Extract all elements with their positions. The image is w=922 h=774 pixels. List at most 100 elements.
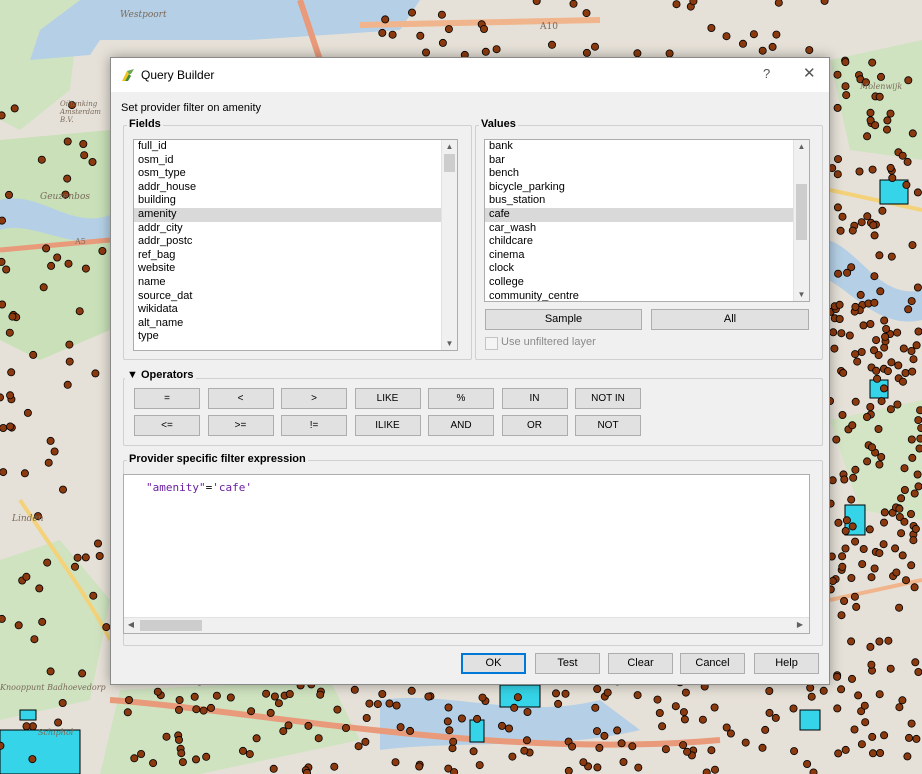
operator-button[interactable]: AND <box>428 415 494 436</box>
list-item[interactable]: bench <box>485 167 809 181</box>
poi-marker <box>391 758 400 767</box>
ok-button[interactable]: OK <box>461 653 526 674</box>
cancel-button[interactable]: Cancel <box>680 653 745 674</box>
operator-button[interactable]: = <box>134 388 200 409</box>
poi-marker <box>153 687 162 696</box>
poi-marker <box>907 346 916 355</box>
list-item[interactable]: osm_type <box>134 167 457 181</box>
list-item[interactable]: cafe <box>485 207 809 222</box>
list-item[interactable]: bank <box>485 140 809 154</box>
poi-marker <box>869 749 878 758</box>
operator-button[interactable]: NOT IN <box>575 388 641 409</box>
scroll-down-icon[interactable]: ▼ <box>794 290 809 299</box>
values-scrollbar[interactable]: ▲ ▼ <box>793 140 809 301</box>
poi-marker <box>895 603 904 612</box>
poi-marker <box>872 366 881 375</box>
list-item[interactable]: full_id <box>134 140 457 154</box>
poi-marker <box>848 421 857 430</box>
operators-toggle[interactable]: ▼ Operators <box>125 369 196 381</box>
operator-button[interactable]: < <box>207 388 274 409</box>
operator-button[interactable]: >= <box>207 415 274 436</box>
operator-button[interactable]: LIKE <box>354 388 421 409</box>
poi-marker <box>857 347 866 356</box>
fields-scrollbar[interactable]: ▲ ▼ <box>441 140 457 350</box>
list-item[interactable]: building <box>134 194 457 208</box>
list-item[interactable]: amenity <box>134 207 457 222</box>
poi-marker <box>866 642 875 651</box>
list-item[interactable]: ref_bag <box>134 249 457 263</box>
poi-marker <box>44 458 53 467</box>
poi-marker <box>28 755 37 764</box>
poi-marker <box>880 731 889 740</box>
clear-button[interactable]: Clear <box>608 653 673 674</box>
operator-button[interactable]: OR <box>501 415 568 436</box>
poi-marker <box>904 76 913 85</box>
list-item[interactable]: community_centre <box>485 290 809 301</box>
scroll-right-icon[interactable]: ▶ <box>794 620 806 629</box>
all-button[interactable]: All <box>651 309 809 330</box>
poi-marker <box>30 635 39 644</box>
poi-marker <box>903 752 912 761</box>
list-item[interactable]: bicycle_parking <box>485 181 809 195</box>
list-item[interactable]: addr_postc <box>134 235 457 249</box>
list-item[interactable]: wikidata <box>134 303 457 317</box>
dialog-titlebar[interactable]: Query Builder ? ✕ <box>111 58 829 92</box>
operator-button[interactable]: ILIKE <box>354 415 421 436</box>
list-item[interactable]: alt_name <box>134 317 457 331</box>
scroll-thumb[interactable] <box>444 154 455 172</box>
scroll-down-icon[interactable]: ▼ <box>442 339 457 348</box>
poi-marker <box>877 452 886 461</box>
values-list[interactable]: bank bar bench bicycle_parking bus_station ca… <box>484 139 810 302</box>
poi-marker <box>683 747 692 756</box>
poi-marker <box>880 316 889 325</box>
scroll-thumb[interactable] <box>796 184 807 240</box>
list-item[interactable]: childcare <box>485 235 809 249</box>
list-item[interactable]: bar <box>485 154 809 168</box>
list-item[interactable]: name <box>134 276 457 290</box>
scroll-up-icon[interactable]: ▲ <box>442 142 457 151</box>
list-item[interactable]: clock <box>485 262 809 276</box>
poi-marker <box>523 736 532 745</box>
close-icon[interactable]: ✕ <box>803 64 816 82</box>
help-icon[interactable]: ? <box>763 66 770 81</box>
operator-button[interactable]: % <box>428 388 494 409</box>
list-item[interactable]: bus_station <box>485 194 809 208</box>
scroll-up-icon[interactable]: ▲ <box>794 142 809 151</box>
poi-marker <box>89 591 98 600</box>
operator-button[interactable]: != <box>281 415 347 436</box>
poi-marker <box>741 738 750 747</box>
help-button[interactable]: Help <box>754 653 819 674</box>
poi-marker <box>907 719 916 728</box>
list-item[interactable]: college <box>485 276 809 290</box>
poi-marker <box>593 763 602 772</box>
list-item[interactable]: osm_id <box>134 154 457 168</box>
hscroll-thumb[interactable] <box>140 620 202 631</box>
poi-marker <box>879 540 888 549</box>
list-item[interactable]: type <box>134 330 457 344</box>
list-item[interactable]: addr_house <box>134 181 457 195</box>
expression-editor[interactable]: "amenity"='cafe' ◀ ▶ <box>123 474 810 634</box>
poi-marker <box>880 384 889 393</box>
list-item[interactable]: website <box>134 262 457 276</box>
test-button[interactable]: Test <box>535 653 600 674</box>
scroll-left-icon[interactable]: ◀ <box>126 620 136 629</box>
expression-hscrollbar[interactable]: ◀ ▶ <box>124 617 809 633</box>
list-item[interactable]: addr_city <box>134 222 457 236</box>
collapse-triangle-icon[interactable]: ▼ <box>127 369 138 381</box>
list-item[interactable]: car_wash <box>485 222 809 236</box>
sample-button[interactable]: Sample <box>485 309 642 330</box>
poi-marker <box>841 527 850 536</box>
operator-button[interactable]: NOT <box>575 415 641 436</box>
poi-marker <box>835 300 844 309</box>
operator-button[interactable]: > <box>281 388 347 409</box>
poi-marker <box>875 92 884 101</box>
operator-button[interactable]: IN <box>501 388 568 409</box>
fields-list[interactable]: full_id osm_id osm_type addr_house building a… <box>133 139 458 351</box>
operator-button[interactable]: <= <box>134 415 200 436</box>
list-item[interactable]: cinema <box>485 249 809 263</box>
poi-marker <box>867 573 876 582</box>
poi-marker <box>880 518 889 527</box>
use-unfiltered-checkbox[interactable] <box>485 337 498 350</box>
poi-marker <box>898 151 907 160</box>
list-item[interactable]: source_dat <box>134 290 457 304</box>
